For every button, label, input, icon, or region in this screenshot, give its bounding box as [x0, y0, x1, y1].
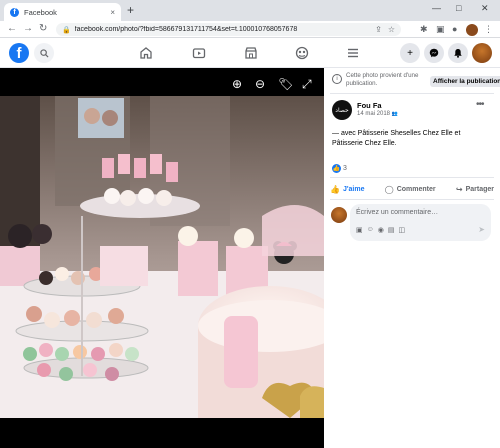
- zoom-in-icon[interactable]: ⊕: [232, 78, 242, 90]
- view-publication-button[interactable]: Afficher la publication: [430, 76, 500, 87]
- close-window-button[interactable]: ✕: [481, 3, 489, 14]
- url-field[interactable]: 🔒 facebook.com/photo/?fbid=5866791317117…: [56, 23, 401, 36]
- facebook-header: f +: [0, 38, 500, 68]
- post-date[interactable]: 14 mai 2018 👥: [357, 111, 398, 117]
- like-reaction-icon[interactable]: 👍: [332, 164, 341, 173]
- marketplace-icon[interactable]: [244, 46, 258, 60]
- camera-icon[interactable]: ◉: [378, 226, 384, 234]
- divider: [330, 177, 494, 178]
- avatar-sticker-icon[interactable]: ▣: [356, 226, 363, 234]
- bookmark-star-icon[interactable]: ☆: [388, 25, 395, 34]
- post-date-text: 14 mai 2018: [357, 111, 391, 117]
- new-tab-button[interactable]: +: [127, 4, 134, 16]
- messenger-icon[interactable]: [424, 43, 444, 63]
- profile-icon[interactable]: ●: [452, 24, 457, 34]
- post-photo: [0, 96, 324, 418]
- like-button[interactable]: 👍 J'aime: [330, 181, 364, 197]
- share-label: Partager: [465, 185, 494, 193]
- commenter-avatar: [331, 207, 347, 223]
- sticker-icon[interactable]: ◫: [399, 226, 406, 234]
- sidebar-icon[interactable]: ▣: [436, 24, 445, 35]
- thumbs-up-icon: 👍: [330, 184, 340, 194]
- notice-text: Cette photo provient d'une publication.: [346, 72, 419, 87]
- like-label: J'aime: [342, 185, 365, 193]
- minimize-button[interactable]: —: [432, 3, 441, 13]
- post-side-panel: i Cette photo provient d'une publication…: [324, 68, 500, 448]
- info-icon: i: [332, 74, 342, 84]
- browser-menu-icon[interactable]: ⋮: [484, 24, 493, 35]
- menu-icon[interactable]: [346, 46, 360, 60]
- browser-profile-avatar[interactable]: [466, 24, 478, 36]
- address-bar-row: ← → ↻ 🔒 facebook.com/photo/?fbid=5866791…: [0, 21, 500, 38]
- divider: [330, 93, 494, 94]
- comment-input[interactable]: Écrivez un commentaire… ▣ ☺ ◉ ▤ ◫ ➤: [350, 204, 491, 241]
- comment-label: Commenter: [396, 185, 436, 193]
- zoom-out-icon[interactable]: ⊖: [255, 78, 265, 90]
- author-name[interactable]: Fou Fa: [357, 101, 382, 110]
- share-page-icon[interactable]: ⇪: [375, 25, 382, 34]
- home-icon[interactable]: [139, 46, 153, 60]
- comment-tools: ▣ ☺ ◉ ▤ ◫: [356, 226, 405, 234]
- notifications-bell-icon[interactable]: [448, 43, 468, 63]
- lock-icon: 🔒: [62, 26, 71, 34]
- audience-friends-icon: 👥: [391, 111, 398, 117]
- send-icon[interactable]: ➤: [478, 225, 485, 234]
- gif-icon[interactable]: ▤: [388, 226, 395, 234]
- photo-viewer: ⊕ ⊖ 🏷 ⤢: [0, 68, 324, 448]
- like-count[interactable]: 3: [343, 165, 347, 172]
- create-plus-button[interactable]: +: [400, 43, 420, 63]
- post-options-icon[interactable]: •••: [476, 100, 484, 110]
- tab-title: Facebook: [24, 7, 57, 17]
- comment-placeholder: Écrivez un commentaire…: [356, 209, 439, 216]
- facebook-logo[interactable]: f: [9, 43, 29, 63]
- fullscreen-icon[interactable]: ⤢: [302, 78, 312, 90]
- post-actions-bar: 👍 J'aime ◯ Commenter ↪ Partager: [330, 181, 494, 197]
- emoji-icon[interactable]: ☺: [367, 226, 374, 234]
- divider: [330, 199, 494, 200]
- search-icon[interactable]: [34, 43, 54, 63]
- browser-tab[interactable]: f Facebook ×: [4, 3, 121, 21]
- account-avatar[interactable]: [472, 43, 492, 63]
- comment-button[interactable]: ◯ Commenter: [385, 181, 436, 197]
- browser-tab-strip: f Facebook × + — □ ✕: [0, 0, 500, 21]
- share-arrow-icon: ↪: [455, 184, 463, 194]
- forward-arrow-icon[interactable]: →: [23, 23, 33, 35]
- url-text: facebook.com/photo/?fbid=586679131711754…: [74, 26, 298, 33]
- extensions-puzzle-icon[interactable]: ✱: [420, 24, 428, 35]
- author-avatar[interactable]: حصاد: [332, 100, 352, 120]
- reload-icon[interactable]: ↻: [39, 23, 47, 35]
- dessert-table-photo: [0, 96, 324, 418]
- maximize-button[interactable]: □: [456, 3, 461, 13]
- groups-icon[interactable]: [295, 46, 309, 60]
- post-text: — avec Pâtisserie Sheselles Chez Elle et…: [332, 130, 461, 147]
- facebook-favicon-icon: f: [10, 7, 19, 17]
- photo-source-notice: i Cette photo provient d'une publication…: [330, 72, 500, 90]
- tab-close-icon[interactable]: ×: [110, 8, 115, 17]
- share-button[interactable]: ↪ Partager: [456, 181, 494, 197]
- comment-bubble-icon: ◯: [384, 184, 394, 194]
- tag-icon[interactable]: 🏷: [278, 78, 293, 90]
- back-arrow-icon[interactable]: ←: [7, 23, 17, 35]
- watch-video-icon[interactable]: [192, 46, 206, 60]
